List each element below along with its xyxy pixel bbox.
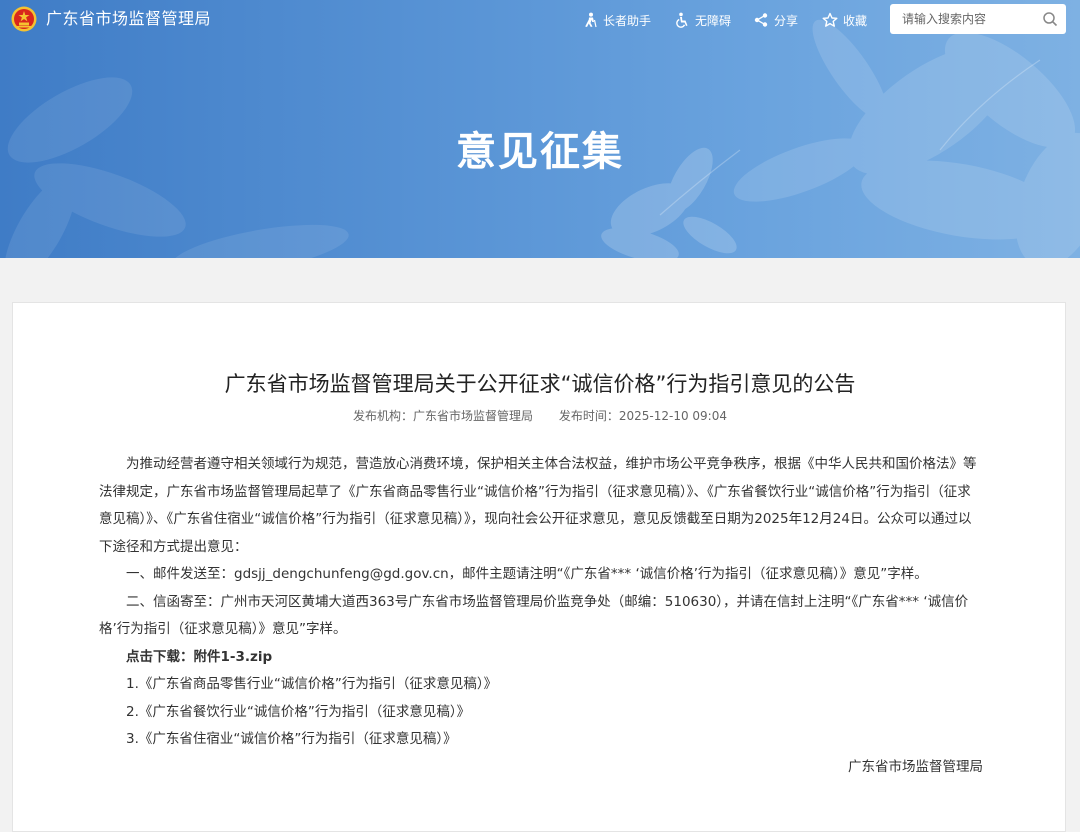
favorite-label: 收藏 bbox=[843, 13, 868, 28]
share-icon bbox=[754, 13, 768, 27]
attachment-item[interactable]: 1.《广东省商品零售行业“诚信价格”行为指引（征求意见稿）》 bbox=[99, 671, 983, 699]
attachment-item[interactable]: 2.《广东省餐饮行业“诚信价格”行为指引（征求意见稿）》 bbox=[99, 699, 983, 727]
banner-title: 意见征集 bbox=[456, 129, 624, 175]
download-link[interactable]: 点击下载：附件1-3.zip bbox=[99, 644, 983, 672]
mail-paragraph: 二、信函寄至：广州市天河区黄埔大道西363号广东省市场监督管理局价监竞争处（邮编… bbox=[99, 593, 969, 638]
search-box bbox=[890, 4, 1066, 34]
header-banner: 广东省市场监督管理局 长者助手 无障碍 分享 收藏 请输入搜索内容 意见征集 bbox=[0, 0, 1080, 258]
article-meta: 发布机构：广东省市场监督管理局 发布时间：2025-12-10 09:04 bbox=[13, 407, 1067, 424]
search-icon[interactable] bbox=[1042, 11, 1058, 27]
publisher: 发布机构：广东省市场监督管理局 bbox=[353, 409, 534, 423]
attachment-item[interactable]: 3.《广东省住宿业“诚信价格”行为指引（征求意见稿）》 bbox=[99, 726, 983, 754]
accessibility-icon bbox=[676, 12, 688, 28]
elderly-icon bbox=[585, 12, 597, 28]
accessibility-button[interactable]: 无障碍 bbox=[674, 10, 731, 30]
star-icon bbox=[822, 12, 838, 27]
site-name[interactable]: 广东省市场监督管理局 bbox=[46, 8, 211, 30]
intro-paragraph: 为推动经营者遵守相关领域行为规范，营造放心消费环境，保护相关主体合法权益，维护市… bbox=[99, 456, 977, 555]
favorite-button[interactable]: 收藏 bbox=[822, 10, 867, 30]
share-label: 分享 bbox=[774, 13, 799, 28]
article-card: 广东省市场监督管理局关于公开征求“诚信价格”行为指引意见的公告 发布机构：广东省… bbox=[12, 302, 1066, 832]
share-button[interactable]: 分享 bbox=[753, 10, 798, 30]
publish-time: 发布时间：2025-12-10 09:04 bbox=[558, 409, 727, 423]
top-bar: 广东省市场监督管理局 长者助手 无障碍 分享 收藏 请输入搜索内容 bbox=[0, 0, 1080, 40]
elderly-assistant-label: 长者助手 bbox=[603, 13, 652, 28]
signature: 广东省市场监督管理局 bbox=[848, 758, 983, 775]
article-title: 广东省市场监督管理局关于公开征求“诚信价格”行为指引意见的公告 bbox=[224, 372, 856, 396]
elderly-assistant-button[interactable]: 长者助手 bbox=[582, 10, 651, 30]
search-input[interactable] bbox=[900, 11, 1042, 27]
emblem-icon bbox=[11, 6, 37, 32]
article-body: 为推动经营者遵守相关领域行为规范，营造放心消费环境，保护相关主体合法权益，维护市… bbox=[99, 451, 983, 781]
email-paragraph: 一、邮件发送至：gdsjj_dengchunfeng@gd.gov.cn，邮件主… bbox=[126, 566, 928, 582]
accessibility-label: 无障碍 bbox=[695, 13, 732, 28]
